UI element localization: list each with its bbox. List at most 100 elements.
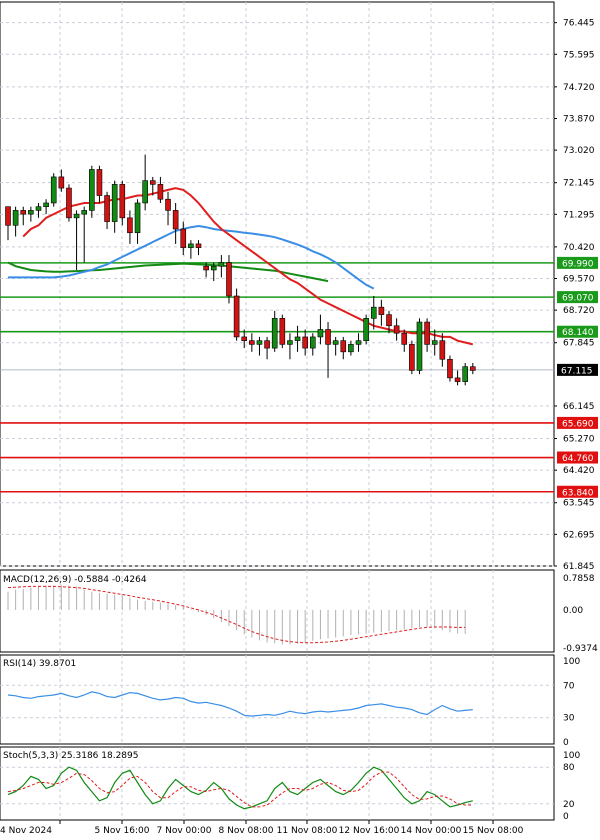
candle-body: [89, 169, 95, 211]
y-tick-label: 70.420: [563, 243, 595, 253]
macd-title: MACD(12,26,9) -0.5884 -0.4264: [3, 575, 147, 585]
current-price-label: 67.115: [561, 366, 593, 376]
rsi-y-tick-label: 100: [563, 657, 580, 667]
candle-body: [12, 210, 19, 226]
macd-y-tick-label: 0.7858: [563, 574, 595, 584]
candle-body: [386, 314, 392, 327]
candle-body: [149, 180, 156, 185]
y-tick-label: 73.020: [563, 146, 595, 156]
stoch-y-tick-label: 80: [563, 763, 575, 773]
y-tick-label: 61.845: [563, 562, 595, 572]
x-tick-label: 5 Nov 16:00: [95, 826, 150, 836]
chart-canvas: 69.990 69.070 68.140 65.690 64.760 63.840 67.1…: [0, 1, 598, 836]
candle-body: [309, 336, 316, 349]
candle-body: [210, 265, 217, 271]
level-label: 63.840: [562, 488, 594, 498]
level-label: 69.070: [562, 294, 594, 304]
y-tick-label: 72.145: [563, 179, 595, 189]
candle-body: [58, 176, 65, 189]
candle-body: [378, 306, 385, 315]
candle-body: [302, 336, 308, 349]
x-tick-label: 15 Nov 08:00: [463, 826, 524, 836]
candle-body: [5, 206, 11, 226]
y-tick-label: 62.695: [563, 530, 595, 540]
candle-body: [134, 202, 141, 234]
y-tick-label: 63.545: [563, 499, 595, 509]
y-tick-label: 67.845: [563, 339, 595, 349]
rsi-y-tick-label: 70: [563, 681, 575, 691]
candle-body: [28, 210, 34, 215]
candle-body: [180, 228, 187, 248]
rsi-title: RSI(14) 39.8701: [3, 659, 76, 669]
x-tick-label: 4 Nov 2024: [0, 826, 52, 836]
candle-body: [203, 265, 209, 271]
y-tick-label: 68.720: [563, 306, 595, 316]
candle-body: [249, 340, 255, 345]
candle-body: [264, 340, 270, 349]
candle-body: [401, 332, 408, 345]
rsi-y-tick-label: 0: [563, 738, 569, 748]
macd-y-tick-label: -0.9374: [563, 644, 598, 654]
candle-body: [226, 262, 232, 297]
candle-body: [439, 340, 446, 360]
candle-body: [96, 169, 103, 196]
candle-body: [20, 210, 27, 215]
x-tick-label: 12 Nov 16:00: [339, 826, 400, 836]
y-tick-label: 73.870: [563, 114, 595, 124]
candle-body: [416, 321, 423, 371]
stoch-y-tick-label: 20: [563, 800, 575, 810]
time-x-axis: 4 Nov 2024 5 Nov 16:00 7 Nov 00:00 8 Nov 08…: [0, 820, 524, 836]
candle-body: [157, 184, 164, 200]
candle-body: [370, 306, 377, 319]
x-tick-label: 7 Nov 00:00: [157, 826, 212, 836]
rsi-y-tick-label: 30: [563, 714, 575, 724]
stoch-y-tick-label: 0: [563, 812, 569, 822]
stoch-y-tick-label: 100: [563, 751, 580, 761]
candle-body: [111, 184, 118, 222]
candle-body: [119, 184, 126, 219]
stoch-title: Stoch(5,3,3) 25.3186 18.2895: [3, 751, 138, 761]
candle-body: [332, 340, 339, 345]
candle-body: [470, 366, 476, 371]
candle-body: [81, 210, 87, 215]
candle-body: [424, 321, 430, 345]
candle-body: [325, 329, 331, 345]
y-tick-label: 76.445: [563, 19, 595, 29]
candle-body: [355, 340, 362, 345]
candle-body: [409, 344, 415, 371]
y-tick-label: 69.570: [563, 275, 595, 285]
candle-body: [165, 198, 171, 211]
candle-body: [188, 243, 194, 248]
x-tick-label: 11 Nov 08:00: [277, 826, 338, 836]
candle-body: [66, 187, 72, 219]
candle-body: [241, 336, 248, 341]
candle-body: [172, 210, 179, 230]
level-label: 64.760: [562, 454, 594, 464]
candle-body: [287, 340, 293, 345]
macd-y-tick-label: 0.00: [563, 606, 583, 616]
x-tick-label: 14 Nov 00:00: [401, 826, 462, 836]
candle-body: [294, 336, 301, 341]
candle-body: [454, 377, 461, 382]
candle-body: [73, 213, 80, 219]
candle-body: [363, 318, 369, 341]
x-tick-label: 8 Nov 08:00: [219, 826, 274, 836]
candle-body: [279, 318, 286, 345]
y-tick-label: 75.595: [563, 50, 595, 60]
candle-body: [431, 340, 438, 345]
y-tick-label: 66.145: [563, 402, 595, 412]
level-label: 65.690: [562, 419, 594, 429]
candle-body: [348, 344, 354, 353]
candle-body: [462, 366, 469, 382]
candle-body: [43, 202, 49, 207]
candle-body: [271, 318, 278, 349]
candle-body: [35, 206, 42, 211]
y-tick-label: 65.270: [563, 435, 595, 445]
candle-body: [127, 217, 133, 234]
y-tick-label: 74.720: [563, 83, 595, 93]
level-label: 69.990: [562, 259, 594, 269]
candle-body: [104, 195, 110, 222]
level-label: 68.140: [562, 328, 594, 338]
candle-body: [393, 325, 400, 334]
rsi-panel-frame: [0, 654, 555, 745]
